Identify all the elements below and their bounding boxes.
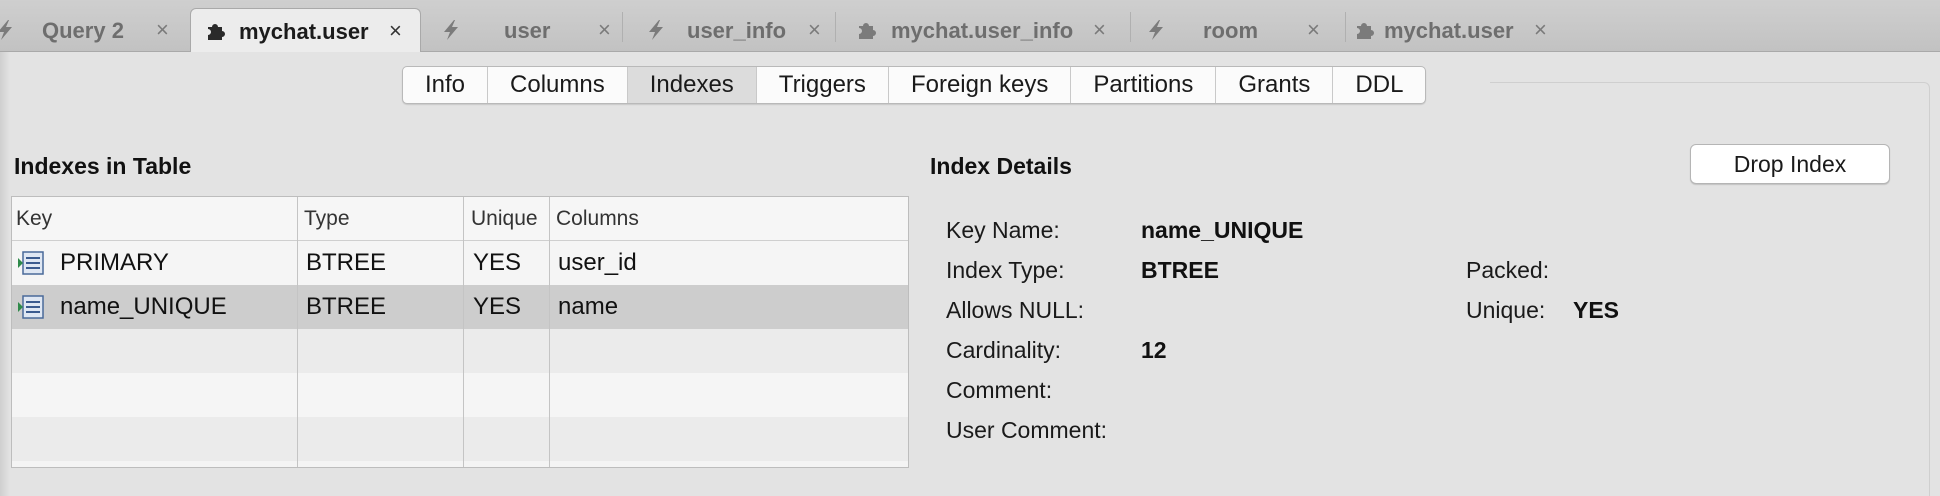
- close-icon[interactable]: ×: [808, 17, 821, 43]
- tab-mychat-user-info[interactable]: mychat.user_info ×: [836, 8, 1130, 52]
- segment-foreign-keys[interactable]: Foreign keys: [889, 67, 1072, 103]
- tab-query-2[interactable]: Query 2 ×: [0, 8, 188, 52]
- tab-label: room: [1203, 18, 1258, 43]
- tab-label: user_info: [687, 18, 787, 43]
- segment-ddl[interactable]: DDL: [1333, 67, 1425, 103]
- empty-row: [12, 417, 908, 461]
- tab-room[interactable]: room ×: [1131, 8, 1345, 52]
- table-row[interactable]: name_UNIQUE BTREE YES name: [12, 285, 908, 329]
- cell-type: BTREE: [306, 293, 387, 320]
- column-divider: [549, 197, 550, 467]
- tab-mychat-user-2[interactable]: mychat.user ×: [1346, 8, 1570, 52]
- comment-label: Comment:: [946, 377, 1053, 403]
- tab-user[interactable]: user ×: [426, 8, 622, 52]
- index-icon: [18, 295, 44, 319]
- panel-shadow: [0, 52, 10, 496]
- header-key[interactable]: Key: [12, 197, 52, 241]
- column-divider: [297, 197, 298, 467]
- cell-key: PRIMARY: [60, 249, 169, 276]
- close-icon[interactable]: ×: [156, 17, 169, 43]
- bolt-icon: [444, 20, 458, 40]
- tab-bar: Query 2 × mychat.user × user × user_info…: [0, 0, 1940, 53]
- bolt-icon: [0, 20, 12, 40]
- close-icon[interactable]: ×: [1093, 17, 1106, 43]
- segment-columns[interactable]: Columns: [488, 67, 628, 103]
- segment-triggers[interactable]: Triggers: [757, 67, 889, 103]
- header-columns[interactable]: Columns: [552, 197, 639, 241]
- segment-indexes[interactable]: Indexes: [627, 67, 757, 103]
- header-type[interactable]: Type: [300, 197, 350, 241]
- header-unique[interactable]: Unique: [467, 197, 538, 241]
- key-name-value: name_UNIQUE: [1141, 217, 1304, 243]
- puzzle-icon: [1357, 23, 1374, 39]
- table-inspector: Info Columns Indexes Triggers Foreign ke…: [0, 52, 1940, 496]
- index-details-title: Index Details: [930, 153, 1072, 179]
- cardinality-label: Cardinality:: [946, 337, 1062, 363]
- segment-grants[interactable]: Grants: [1216, 67, 1334, 103]
- tab-label: mychat.user: [239, 19, 369, 44]
- cell-unique: YES: [473, 293, 522, 320]
- segment-info[interactable]: Info: [403, 67, 489, 103]
- column-divider: [463, 197, 464, 467]
- unique-label: Unique:: [1466, 297, 1546, 323]
- tab-mychat-user[interactable]: mychat.user ×: [190, 8, 421, 53]
- close-icon[interactable]: ×: [598, 17, 611, 43]
- close-icon[interactable]: ×: [389, 18, 402, 44]
- bolt-icon: [649, 20, 663, 40]
- user-comment-label: User Comment:: [946, 417, 1108, 443]
- empty-row: [12, 373, 908, 417]
- cell-unique: YES: [473, 249, 522, 276]
- cell-type: BTREE: [306, 249, 387, 276]
- index-type-value: BTREE: [1141, 257, 1219, 283]
- inspector-tabs: Info Columns Indexes Triggers Foreign ke…: [402, 66, 1427, 104]
- table-row[interactable]: PRIMARY BTREE YES user_id: [12, 241, 908, 285]
- unique-value: YES: [1573, 297, 1620, 323]
- packed-label: Packed:: [1466, 257, 1550, 283]
- index-type-label: Index Type:: [946, 257, 1065, 283]
- drop-index-button[interactable]: Drop Index: [1690, 144, 1890, 184]
- tab-label: user: [504, 18, 551, 43]
- empty-row: [12, 329, 908, 373]
- cell-key: name_UNIQUE: [60, 293, 227, 320]
- close-icon[interactable]: ×: [1307, 17, 1320, 43]
- puzzle-icon: [208, 24, 225, 40]
- indexes-title: Indexes in Table: [14, 153, 192, 179]
- tab-label: mychat.user_info: [891, 18, 1074, 43]
- cell-columns: name: [558, 293, 619, 320]
- cell-columns: user_id: [558, 249, 637, 276]
- close-icon[interactable]: ×: [1534, 17, 1547, 43]
- key-name-label: Key Name:: [946, 217, 1060, 243]
- index-icon: [18, 251, 44, 275]
- table-header: Key Type Unique Columns: [12, 197, 908, 241]
- puzzle-icon: [859, 23, 876, 39]
- tab-label: Query 2: [42, 18, 124, 43]
- cardinality-value: 12: [1141, 337, 1167, 363]
- indexes-table: Key Type Unique Columns PRIMARY BTREE YE…: [11, 196, 909, 468]
- bolt-icon: [1149, 20, 1163, 40]
- tab-user-info[interactable]: user_info ×: [623, 8, 835, 52]
- tab-label: mychat.user: [1384, 18, 1514, 43]
- allows-null-label: Allows NULL:: [946, 297, 1085, 323]
- segment-partitions[interactable]: Partitions: [1071, 67, 1217, 103]
